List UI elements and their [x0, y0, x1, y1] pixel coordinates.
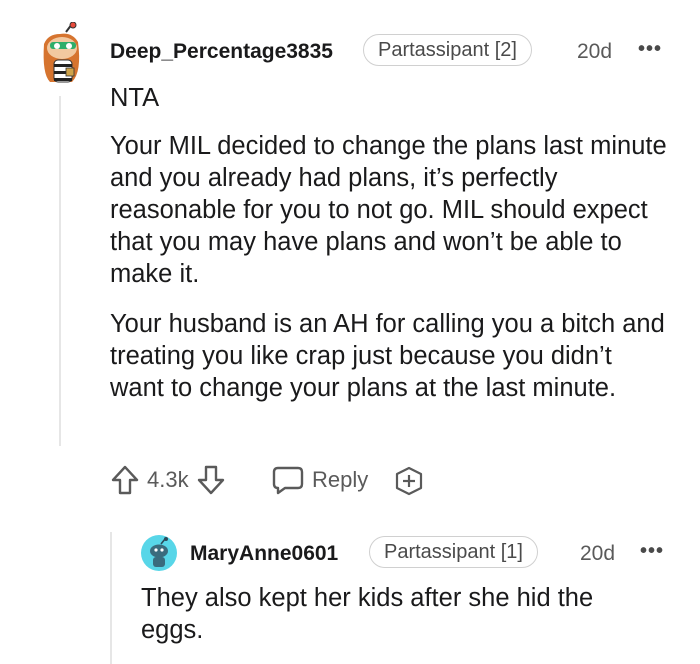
reply-age[interactable]: 20d [580, 542, 615, 566]
comment-verdict: NTA [110, 84, 160, 112]
comment-body: NTA Your MIL decided to change the plans… [110, 82, 670, 404]
downvote-arrow-icon[interactable] [196, 464, 226, 496]
vote-count: 4.3k [147, 467, 189, 492]
reply-username[interactable]: MaryAnne0601 [190, 542, 338, 566]
more-options-icon[interactable]: ••• [638, 38, 662, 61]
avatar-snoo-icon [43, 21, 80, 83]
award-button[interactable] [394, 466, 424, 496]
thread-line-reply[interactable] [110, 532, 112, 664]
user-flair: Partassipant [1] [369, 536, 538, 568]
vote-controls: 4.3k [110, 462, 226, 498]
comment-age[interactable]: 20d [577, 40, 612, 64]
comment-paragraph: Your MIL decided to change the plans las… [110, 132, 667, 288]
reply-bubble-icon [272, 465, 304, 495]
avatar-snoo-icon [141, 535, 177, 571]
reply-body: They also kept her kids after she hid th… [141, 584, 594, 644]
avatar[interactable] [141, 535, 177, 571]
award-plus-icon [395, 466, 423, 496]
more-options-icon[interactable]: ••• [640, 540, 664, 563]
user-flair: Partassipant [2] [363, 34, 532, 66]
thread-line-main[interactable] [59, 96, 61, 446]
reply-label: Reply [312, 467, 369, 492]
comment-paragraph: Your husband is an AH for calling you a … [110, 310, 665, 402]
upvote-arrow-icon[interactable] [110, 464, 140, 496]
comment-username[interactable]: Deep_Percentage3835 [110, 40, 333, 64]
avatar[interactable] [36, 21, 86, 84]
reply-button[interactable]: Reply [272, 462, 368, 498]
